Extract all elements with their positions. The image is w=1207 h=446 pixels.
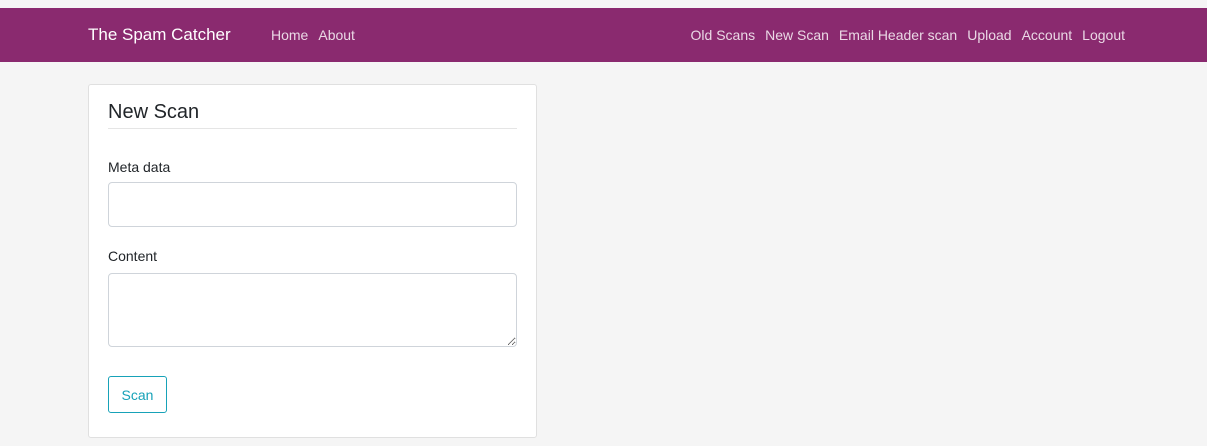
top-navbar: The Spam Catcher Home About Old Scans Ne… [0, 8, 1207, 62]
content-label: Content [108, 248, 158, 264]
nav-account-link[interactable]: Account [1022, 27, 1073, 43]
nav-logout-link[interactable]: Logout [1082, 27, 1125, 43]
nav-left-group: Home About [271, 8, 355, 62]
form-title: New Scan [108, 101, 200, 123]
meta-data-label: Meta data [108, 159, 171, 175]
nav-new-scan-link[interactable]: New Scan [765, 27, 829, 43]
brand-link[interactable]: The Spam Catcher [88, 8, 231, 62]
title-divider [108, 128, 517, 129]
nav-email-header-scan-link[interactable]: Email Header scan [839, 27, 957, 43]
content-textarea[interactable] [108, 273, 517, 347]
nav-about-link[interactable]: About [318, 27, 355, 43]
nav-old-scans-link[interactable]: Old Scans [691, 27, 756, 43]
nav-home-link[interactable]: Home [271, 27, 308, 43]
new-scan-card: New Scan Meta data Content Scan [88, 84, 537, 438]
meta-data-input[interactable] [108, 182, 517, 227]
nav-right-group: Old Scans New Scan Email Header scan Upl… [691, 8, 1125, 62]
nav-upload-link[interactable]: Upload [967, 27, 1011, 43]
scan-button[interactable]: Scan [108, 376, 167, 413]
